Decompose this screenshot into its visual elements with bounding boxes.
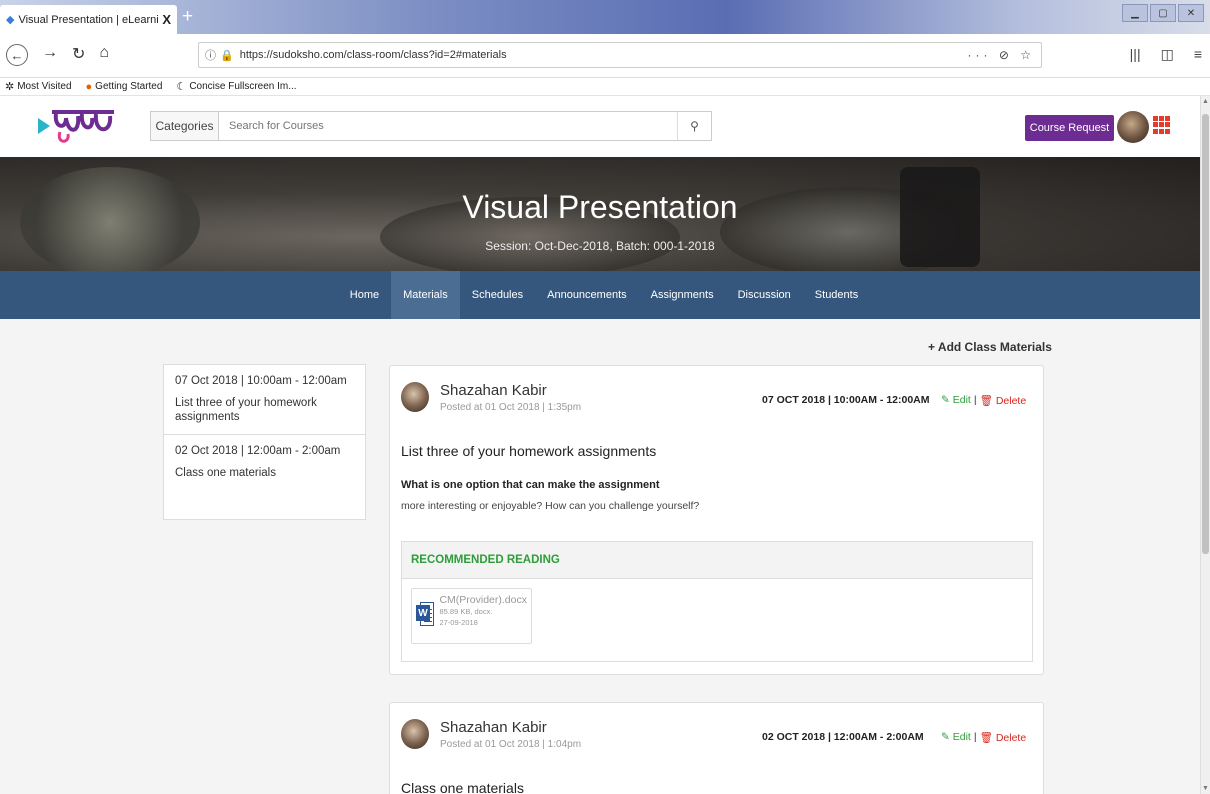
info-icon[interactable]: ⓘ [205,47,216,63]
material-heading: List three of your homework assignments [401,443,657,459]
back-icon[interactable]: ← [6,44,28,66]
trash-icon: 🗑 [979,732,993,744]
new-tab-button[interactable]: + [182,6,193,28]
scroll-up-icon[interactable]: ▲ [1202,98,1209,105]
session-subtitle: Session: Oct-Dec-2018, Batch: 000-1-2018 [485,239,715,253]
page-title: Visual Presentation [462,189,738,225]
schedule-time: 07 OCT 2018 | 10:00AM - 12:00AM [762,394,930,406]
tab-schedules[interactable]: Schedules [460,271,535,319]
tab-discussion[interactable]: Discussion [726,271,803,319]
author-avatar [401,719,429,749]
firefox-icon: ● [85,80,93,93]
page-scrollbar[interactable]: ▲ ▼ [1200,96,1210,794]
bookmark-getting-started[interactable]: ● Getting Started [86,81,163,93]
library-icon[interactable]: ||| [1130,46,1141,63]
recommended-reading: RECOMMENDED READING W CM(Provider).docx … [401,541,1033,662]
tab-materials[interactable]: Materials [391,271,460,319]
materials-sidebar: 07 Oct 2018 | 10:00am - 12:00am List thr… [163,364,366,520]
pencil-icon: ✎ [941,394,950,406]
material-card: Shazahan Kabir Posted at 01 Oct 2018 | 1… [389,365,1044,675]
trash-icon: 🗑 [979,395,993,407]
tab-title: Visual Presentation | eLearning [18,13,159,26]
scroll-down-icon[interactable]: ▼ [1202,785,1209,792]
attachment-size: 85.89 KB, docx. [439,607,493,616]
site-header: Categories ⚲ Course Request [0,96,1200,157]
attachment-name: CM(Provider).docx [439,594,527,606]
course-search: Categories ⚲ [150,111,712,141]
bookmark-most-visited[interactable]: ✲ Most Visited [5,80,72,93]
attachment-info: CM(Provider).docx 85.89 KB, docx. 27-09-… [439,594,527,638]
scrollbar-thumb[interactable] [1202,114,1209,554]
browser-nav-bar: ← → ↻ ⌂ ⓘ 🔒 https://sudoksho.com/class-r… [0,34,1210,78]
bookmarks-bar: ✲ Most Visited ● Getting Started ☾ Concise … [0,78,1210,96]
hero-banner: Visual Presentation Session: Oct-Dec-201… [0,157,1200,271]
edit-button[interactable]: ✎ Edit [941,731,971,744]
card-actions: ✎ Edit | 🗑 Delete [941,731,1026,744]
course-request-button[interactable]: Course Request [1025,115,1114,141]
material-description: more interesting or enjoyable? How can y… [401,500,700,512]
apps-grid-icon[interactable] [1153,116,1171,134]
attachment-file[interactable]: W CM(Provider).docx 85.89 KB, docx. 27-0… [411,588,532,644]
site-favicon-icon: ◆ [6,14,15,26]
delete-button[interactable]: 🗑 Delete [980,394,1027,407]
recommended-reading-heading: RECOMMENDED READING [402,542,1032,579]
search-icon[interactable]: ⚲ [677,112,711,140]
window-controls: ▁ ▢ ✕ [1122,4,1204,22]
tab-students[interactable]: Students [803,271,870,319]
author-avatar [401,382,429,412]
material-card: Shazahan Kabir Posted at 01 Oct 2018 | 1… [389,702,1044,794]
browser-tab-bar: ◆ Visual Presentation | eLearning X + ▁ … [0,0,1210,34]
page-actions[interactable]: ··· ⊘ ☆ [968,48,1035,62]
action-separator: | [973,394,977,406]
add-class-materials-button[interactable]: + Add Class Materials [928,340,1052,354]
browser-tools: ||| ◫ ≡ [1130,46,1202,63]
site-logo[interactable] [36,104,116,148]
tab-close-button[interactable]: X [162,12,171,27]
sidebar-icon[interactable]: ◫ [1161,46,1174,63]
edit-button[interactable]: ✎ Edit [941,394,971,407]
minimize-icon[interactable]: ▁ [1122,4,1148,22]
home-icon[interactable]: ⌂ [99,44,109,66]
address-bar[interactable]: ⓘ 🔒 https://sudoksho.com/class-room/clas… [198,42,1042,68]
author-name: Shazahan Kabir [440,382,547,399]
page-viewport: Categories ⚲ Course Request Visual Prese… [0,96,1200,794]
list-item[interactable]: 02 Oct 2018 | 12:00am - 2:00am Class one… [164,435,365,491]
url-text[interactable]: https://sudoksho.com/class-room/class?id… [240,49,968,61]
action-separator: | [973,731,977,743]
list-item-date: 02 Oct 2018 | 12:00am - 2:00am [175,445,341,458]
nav-buttons: ← → ↻ ⌂ [6,44,109,66]
gear-icon: ✲ [5,81,15,93]
author-name: Shazahan Kabir [440,719,547,736]
attachment-date: 27-09-2018 [439,617,478,627]
list-item-date: 07 Oct 2018 | 10:00am - 12:00am [175,375,347,387]
list-item[interactable]: 07 Oct 2018 | 10:00am - 12:00am List thr… [164,365,365,436]
concise-icon: ☾ [176,81,187,93]
list-item-title: List three of your homework assignments [175,396,317,423]
menu-icon[interactable]: ≡ [1194,46,1202,63]
search-input[interactable] [219,112,677,140]
tab-announcements[interactable]: Announcements [535,271,639,319]
browser-tab[interactable]: ◆ Visual Presentation | eLearning X [0,5,177,34]
class-nav: Home Materials Schedules Announcements A… [0,271,1200,319]
reload-icon[interactable]: ↻ [72,44,85,66]
posted-time: Posted at 01 Oct 2018 | 1:35pm [440,402,582,413]
tab-home[interactable]: Home [338,271,391,319]
close-window-icon[interactable]: ✕ [1178,4,1204,22]
list-item-title: Class one materials [175,467,276,480]
schedule-time: 02 OCT 2018 | 12:00AM - 2:00AM [762,731,924,743]
user-avatar[interactable] [1117,111,1149,143]
forward-icon[interactable]: → [42,44,58,66]
tab-assignments[interactable]: Assignments [639,271,726,319]
pencil-icon: ✎ [941,731,950,743]
posted-time: Posted at 01 Oct 2018 | 1:04pm [440,739,582,750]
lock-icon: 🔒 [220,49,234,62]
material-question: What is one option that can make the ass… [401,479,660,491]
bookmark-concise[interactable]: ☾ Concise Fullscreen Im... [176,80,296,93]
delete-button[interactable]: 🗑 Delete [980,731,1027,744]
maximize-icon[interactable]: ▢ [1150,4,1176,22]
card-actions: ✎ Edit | 🗑 Delete [941,394,1026,407]
categories-dropdown[interactable]: Categories [151,112,219,140]
material-heading: Class one materials [401,780,524,794]
word-doc-icon: W [416,602,435,628]
